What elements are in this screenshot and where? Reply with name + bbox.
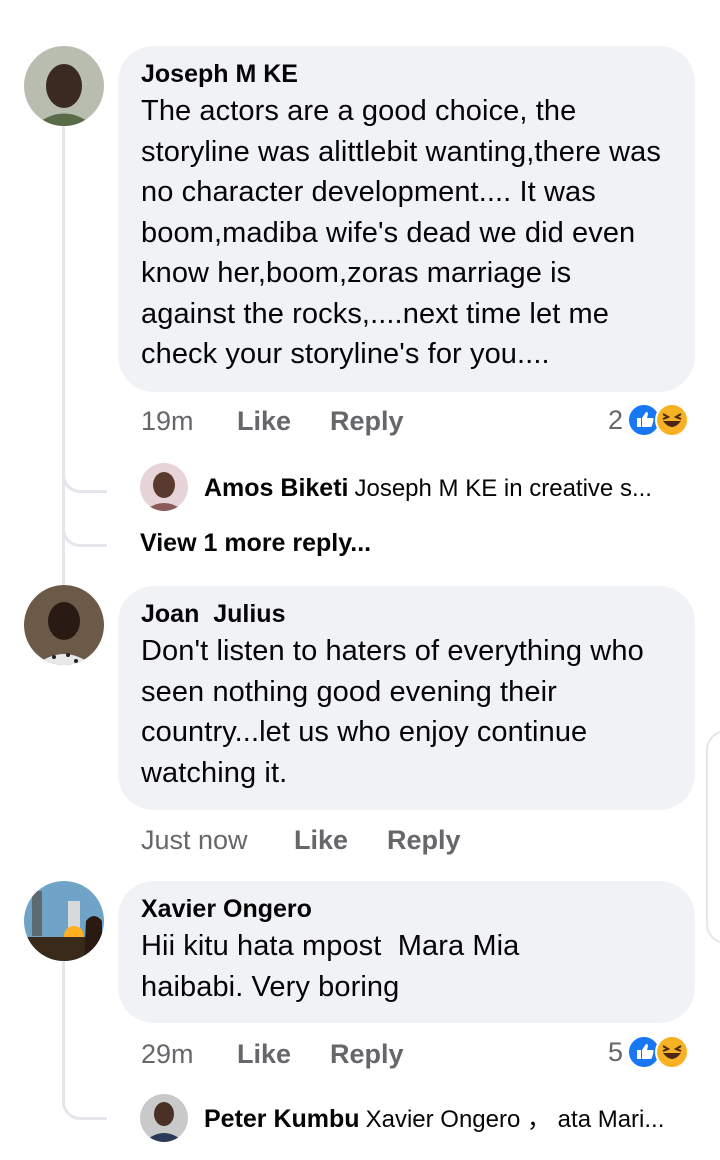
like-button[interactable]: Like <box>294 824 348 856</box>
avatar-photo <box>24 881 104 961</box>
comment-text: The actors are a good choice, the storyl… <box>141 95 661 370</box>
comment-text: Don't listen to haters of everything who… <box>141 635 644 789</box>
reply-button[interactable]: Reply <box>330 405 404 437</box>
like-button[interactable]: Like <box>237 1038 291 1070</box>
comment-bubble[interactable]: Joseph M KE The actors are a good choice… <box>118 46 695 392</box>
comment-actions: Just now Like Reply <box>141 824 501 856</box>
reply-button[interactable]: Reply <box>387 824 461 856</box>
comment-time[interactable]: 29m <box>141 1038 194 1070</box>
thread-connector <box>62 961 107 1120</box>
avatar[interactable] <box>24 585 104 665</box>
comment-author[interactable]: Joan Julius <box>141 598 673 630</box>
avatar-photo <box>140 1094 188 1142</box>
avatar[interactable] <box>140 1094 188 1142</box>
comment-author[interactable]: Xavier Ongero <box>141 893 673 925</box>
avatar-photo <box>24 46 104 126</box>
comment-actions: 29m Like Reply <box>141 1038 461 1070</box>
comment-time[interactable]: 19m <box>141 405 194 437</box>
view-more-replies-link[interactable]: View 1 more reply... <box>140 529 371 558</box>
like-button[interactable]: Like <box>237 405 291 437</box>
comment-time[interactable]: Just now <box>141 824 248 856</box>
avatar[interactable] <box>24 881 104 961</box>
comment-actions: 19m Like Reply <box>141 405 461 437</box>
scroll-handle[interactable] <box>706 730 720 944</box>
reaction-count: 5 <box>608 1036 624 1067</box>
reply-button[interactable]: Reply <box>330 1038 404 1070</box>
reply-author[interactable]: Amos Biketi <box>204 474 348 502</box>
reply-preview[interactable]: Peter Kumbu Xavier Ongero ， ata Mari... <box>204 1104 664 1135</box>
reply-snippet: Xavier Ongero ， ata Mari... <box>365 1106 665 1133</box>
reply-author[interactable]: Peter Kumbu <box>204 1105 360 1133</box>
reaction-count: 2 <box>608 404 624 435</box>
comment-author[interactable]: Joseph M KE <box>141 58 673 90</box>
avatar-photo <box>24 585 104 665</box>
reply-preview[interactable]: Amos Biketi Joseph M KE in creative s... <box>204 473 652 504</box>
comment-bubble[interactable]: Joan Julius Don't listen to haters of ev… <box>118 586 695 810</box>
comment-text: Hii kitu hata mpost Mara Mia haibabi. Ve… <box>141 930 528 1003</box>
avatar-photo <box>140 463 188 511</box>
reaction-summary[interactable]: 5 <box>608 1034 690 1070</box>
avatar[interactable] <box>24 46 104 126</box>
haha-icon <box>655 403 690 437</box>
reaction-summary[interactable]: 2 <box>608 402 690 438</box>
avatar[interactable] <box>140 463 188 511</box>
haha-icon <box>655 1035 690 1069</box>
thread-connector <box>62 126 107 547</box>
reply-snippet: Joseph M KE in creative s... <box>354 475 652 502</box>
comment-bubble[interactable]: Xavier Ongero Hii kitu hata mpost Mara M… <box>118 881 695 1023</box>
